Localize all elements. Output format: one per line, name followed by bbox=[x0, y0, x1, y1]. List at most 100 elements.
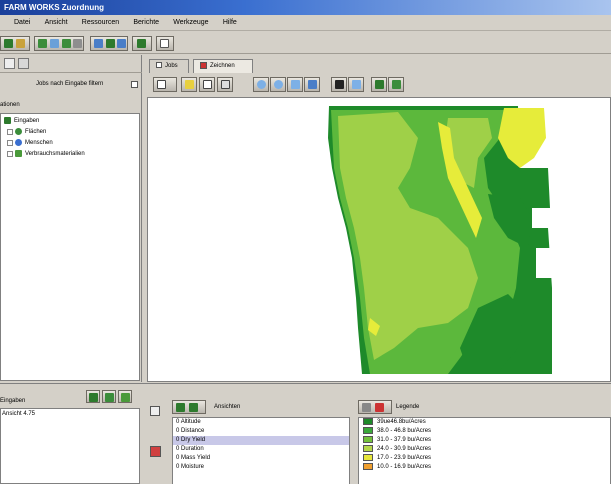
attribute-item[interactable]: 0 Distance bbox=[173, 427, 349, 436]
legend-toolbar[interactable] bbox=[358, 400, 392, 414]
material-icon bbox=[15, 150, 22, 157]
menu-tools[interactable]: Werkzeuge bbox=[173, 15, 208, 31]
arrow-icon bbox=[157, 80, 166, 89]
inputs-list-item[interactable]: Ansicht 4.75 bbox=[1, 409, 139, 417]
printer-icon bbox=[335, 80, 344, 89]
pencil-icon bbox=[185, 80, 194, 89]
tree-item-label: Verbrauchsmaterialien bbox=[25, 151, 85, 158]
map-canvas[interactable] bbox=[147, 97, 611, 382]
legend-swatch bbox=[363, 463, 373, 471]
window-title-bar: FARM WORKS Zuordnung bbox=[0, 0, 611, 15]
expand-icon[interactable] bbox=[7, 150, 13, 157]
window-title: FARM WORKS Zuordnung bbox=[4, 3, 104, 12]
attributes-list[interactable]: 0 Altitude 0 Distance 0 Dry Yield 0 Dura… bbox=[172, 417, 350, 484]
inputs-panel: Eingaben Ansicht 4.75 bbox=[0, 384, 142, 484]
layer-icon bbox=[137, 39, 146, 48]
select-tool-button[interactable] bbox=[153, 77, 177, 92]
print-map-button[interactable] bbox=[331, 77, 347, 92]
chart-icon bbox=[106, 39, 115, 48]
tree-item-label: Flächen bbox=[25, 129, 47, 136]
field-icon bbox=[15, 128, 22, 135]
field-notch-2 bbox=[536, 248, 554, 278]
tree-item-fields[interactable]: Flächen bbox=[7, 128, 46, 135]
tab-draw[interactable]: Zeichnen bbox=[193, 59, 253, 73]
layers-button[interactable] bbox=[388, 77, 404, 92]
expand-icon[interactable] bbox=[7, 139, 13, 146]
attribute-item-selected[interactable]: 0 Dry Yield bbox=[173, 436, 349, 445]
zoom-window-button[interactable] bbox=[304, 77, 320, 92]
layers-icon bbox=[392, 80, 401, 89]
export-map-button[interactable] bbox=[348, 77, 364, 92]
attribute-item[interactable]: 0 Duration bbox=[173, 445, 349, 454]
measure-tool-button[interactable] bbox=[217, 77, 233, 92]
map-icon bbox=[16, 39, 25, 48]
tree-item-people[interactable]: Menschen bbox=[7, 139, 53, 146]
tractor-icon bbox=[38, 39, 47, 48]
delete-input-button[interactable] bbox=[118, 390, 132, 403]
filter-label: Jobs nach Eingabe filtern bbox=[36, 81, 104, 87]
zoom-out-button[interactable] bbox=[270, 77, 286, 92]
pan-tool-button[interactable] bbox=[199, 77, 215, 92]
pin-icon[interactable] bbox=[4, 58, 15, 69]
legend-label: 31.0 - 37.9 bu/Acres bbox=[377, 437, 432, 444]
inputs-panel-label: Eingaben bbox=[0, 398, 26, 404]
menu-help[interactable]: Hilfe bbox=[223, 15, 237, 31]
inputs-icon bbox=[4, 117, 11, 124]
edit-input-button[interactable] bbox=[102, 390, 116, 403]
attributes-title: Ansichten bbox=[214, 404, 241, 410]
menu-view[interactable]: Ansicht bbox=[45, 15, 68, 31]
yield-map bbox=[328, 106, 554, 374]
tree-item-label: Menschen bbox=[25, 140, 53, 147]
legend-swatch bbox=[363, 445, 373, 453]
tab-draw-label: Zeichnen bbox=[210, 63, 235, 69]
attribute-item[interactable]: 0 Altitude bbox=[173, 418, 349, 427]
add-input-button[interactable] bbox=[86, 390, 100, 403]
ruler-icon bbox=[221, 80, 230, 89]
legend-entry: 39ue46.8bu/Acres bbox=[359, 418, 610, 427]
legend-list: 39ue46.8bu/Acres 38.0 - 46.8 bu/Acres 31.0… bbox=[358, 417, 611, 484]
legend-entry: 38.0 - 46.8 bu/Acres bbox=[359, 427, 610, 436]
panel-toggle-icon[interactable] bbox=[150, 406, 160, 416]
filter-icon[interactable] bbox=[18, 58, 29, 69]
toolbar-button-map[interactable] bbox=[132, 36, 152, 51]
toolbar-button-help[interactable] bbox=[156, 36, 174, 51]
zoom-in-icon bbox=[257, 80, 266, 89]
zoom-out-icon bbox=[274, 80, 283, 89]
expand-icon[interactable] bbox=[7, 128, 13, 135]
left-panel: Jobs nach Eingabe filtern ationen Eingab… bbox=[0, 55, 142, 382]
toolbar-button-jobs[interactable] bbox=[0, 36, 30, 51]
inputs-list[interactable]: Ansicht 4.75 bbox=[0, 408, 140, 484]
menu-reports[interactable]: Berichte bbox=[133, 15, 159, 31]
draw-tool-button[interactable] bbox=[181, 77, 197, 92]
person-icon bbox=[50, 39, 59, 48]
menu-file[interactable]: Datei bbox=[14, 15, 30, 31]
legend-swatch bbox=[363, 418, 373, 425]
tab-jobs[interactable]: Jobs bbox=[149, 59, 189, 73]
legend-label: 10.0 - 16.9 bu/Acres bbox=[377, 464, 432, 471]
grid-button[interactable] bbox=[371, 77, 387, 92]
zoom-extent-button[interactable] bbox=[287, 77, 303, 92]
document-icon bbox=[160, 39, 169, 48]
tab-jobs-label: Jobs bbox=[165, 63, 178, 69]
menu-resources[interactable]: Ressourcen bbox=[82, 15, 119, 31]
legend-label: 39ue46.8bu/Acres bbox=[377, 419, 426, 426]
add-icon bbox=[89, 393, 98, 402]
toolbar-button-reports[interactable] bbox=[90, 36, 128, 51]
edit-icon bbox=[105, 393, 114, 402]
zoom-window-icon bbox=[308, 80, 317, 89]
zoom-in-button[interactable] bbox=[253, 77, 269, 92]
legend-label: 38.0 - 46.8 bu/Acres bbox=[377, 428, 432, 435]
delete-icon bbox=[121, 393, 130, 402]
color-icon[interactable] bbox=[150, 446, 161, 457]
attribute-item[interactable]: 0 Mass Yield bbox=[173, 454, 349, 463]
attributes-toolbar[interactable] bbox=[172, 400, 206, 414]
legend-entry: 31.0 - 37.9 bu/Acres bbox=[359, 436, 610, 445]
tree-item-inputs[interactable]: Eingaben bbox=[4, 117, 39, 124]
tree-item-materials[interactable]: Verbrauchsmaterialien bbox=[7, 150, 85, 157]
tab-strip: Jobs Zeichnen bbox=[145, 59, 611, 73]
field-notch bbox=[532, 208, 552, 228]
toolbar-button-resources[interactable] bbox=[34, 36, 84, 51]
attribute-item[interactable]: 0 Moisture bbox=[173, 463, 349, 472]
export-icon bbox=[352, 80, 361, 89]
filter-checkbox[interactable] bbox=[131, 81, 138, 88]
